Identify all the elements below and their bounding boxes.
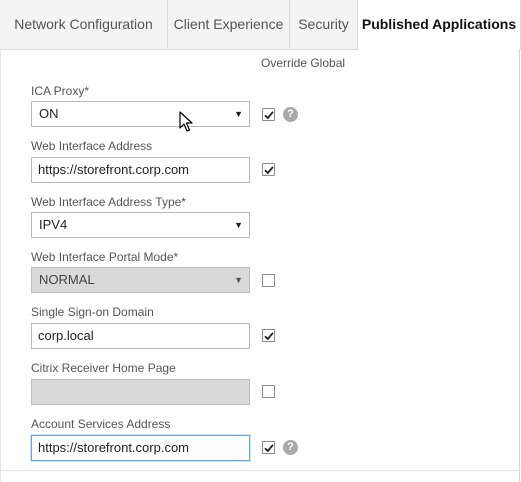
checkmark-icon [264, 111, 274, 120]
caret-down-icon: ▼ [234, 109, 243, 119]
web-interface-address-type-select[interactable]: IPV4 ▼ [31, 212, 250, 238]
tab-client-experience[interactable]: Client Experience [168, 0, 290, 48]
panel-divider [0, 470, 521, 471]
tab-published-applications[interactable]: Published Applications [357, 0, 521, 50]
single-sign-on-domain-override-checkbox[interactable] [262, 329, 275, 342]
web-interface-portal-mode-override-checkbox[interactable] [262, 274, 275, 287]
citrix-receiver-home-page-override-checkbox[interactable] [262, 385, 275, 398]
single-sign-on-domain-input[interactable]: corp.local [31, 323, 250, 349]
web-interface-address-type-label: Web Interface Address Type* [31, 195, 186, 209]
tab-network-configuration[interactable]: Network Configuration [0, 0, 168, 48]
checkmark-icon [264, 166, 274, 175]
web-interface-address-type-value: IPV4 [39, 217, 68, 232]
mouse-pointer-icon [179, 111, 193, 132]
web-interface-portal-mode-value: NORMAL [39, 272, 95, 287]
citrix-receiver-home-page-label: Citrix Receiver Home Page [31, 361, 176, 375]
override-global-header: Override Global [261, 56, 346, 70]
account-services-address-input[interactable]: https://storefront.corp.com [31, 435, 250, 461]
ica-proxy-value: ON [39, 106, 59, 121]
question-mark-icon[interactable]: ? [283, 107, 298, 122]
web-interface-address-label: Web Interface Address [31, 139, 153, 153]
citrix-receiver-home-page-input[interactable] [31, 379, 250, 405]
account-services-address-label: Account Services Address [31, 417, 171, 431]
caret-down-icon: ▼ [234, 275, 243, 285]
caret-down-icon: ▼ [234, 220, 243, 230]
ica-proxy-select[interactable]: ON ▼ [31, 101, 250, 127]
tab-bar: Network Configuration Client Experience … [0, 0, 521, 50]
question-mark-icon[interactable]: ? [283, 440, 298, 455]
web-interface-address-override-checkbox[interactable] [262, 163, 275, 176]
checkmark-icon [264, 332, 274, 341]
account-services-address-override-checkbox[interactable] [262, 441, 275, 454]
single-sign-on-domain-label: Single Sign-on Domain [31, 305, 154, 319]
ica-proxy-label: ICA Proxy* [31, 84, 90, 98]
web-interface-address-input[interactable]: https://storefront.corp.com [31, 157, 250, 183]
ica-proxy-override-checkbox[interactable] [262, 108, 275, 121]
web-interface-portal-mode-select[interactable]: NORMAL ▼ [31, 267, 250, 293]
tab-security[interactable]: Security [290, 0, 358, 48]
web-interface-portal-mode-label: Web Interface Portal Mode* [31, 250, 179, 264]
checkmark-icon [264, 444, 274, 453]
